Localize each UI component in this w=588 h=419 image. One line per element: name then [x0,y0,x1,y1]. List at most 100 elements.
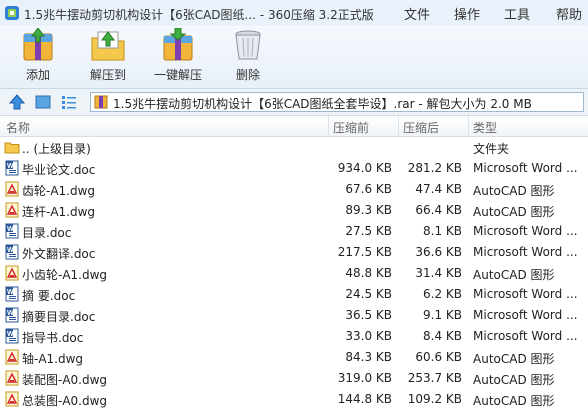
autocad-drawing-icon [4,265,20,281]
large-icon-view-icon[interactable] [34,93,52,111]
file-packed-size: 8.4 KB [423,329,462,343]
column-header: 名称 压缩前 压缩后 类型 [0,116,588,137]
file-row[interactable]: 轴-A1.dwg 84.3 KB 60.6 KB AutoCAD 图形 [0,347,588,368]
file-packed-size: 66.4 KB [415,203,462,217]
file-name: 目录.doc [22,226,72,240]
file-row[interactable]: 连杆-A1.dwg 89.3 KB 66.4 KB AutoCAD 图形 [0,200,588,221]
menu-file[interactable]: 文件 [404,4,430,23]
folder-icon [4,139,20,155]
menu-operate[interactable]: 操作 [454,4,480,23]
file-size: 48.8 KB [345,266,392,280]
file-size: 217.5 KB [337,245,392,259]
window-title: 1.5兆牛摆动剪切机构设计【6张CAD图纸... - 360压缩 3.2正式版 [24,8,374,22]
file-size: 144.8 KB [337,392,392,406]
file-name: 小齿轮-A1.dwg [22,268,108,282]
file-type: AutoCAD 图形 [473,394,555,408]
col-name[interactable]: 名称 [6,119,30,136]
menu-help[interactable]: 帮助 [556,4,582,23]
title-bar: 1.5兆牛摆动剪切机构设计【6张CAD图纸... - 360压缩 3.2正式版 … [0,0,588,27]
file-name: 连杆-A1.dwg [22,205,96,219]
autocad-drawing-icon [4,181,20,197]
col-type[interactable]: 类型 [473,119,497,136]
file-packed-size: 60.6 KB [415,350,462,364]
file-row[interactable]: W 摘要目录.doc 36.5 KB 9.1 KB Microsoft Word ... [0,305,588,326]
file-packed-size: 281.2 KB [407,161,462,175]
file-name: 毕业论文.doc [22,163,96,177]
address-bar: 1.5兆牛摆动剪切机构设计【6张CAD图纸全套毕设】.rar - 解包大小为 2… [0,89,588,116]
delete-label: 删除 [235,68,260,82]
path-text: 1.5兆牛摆动剪切机构设计【6张CAD图纸全套毕设】.rar - 解包大小为 2… [113,97,532,111]
file-type: AutoCAD 图形 [473,268,555,282]
file-packed-size: 253.7 KB [407,371,462,385]
autocad-drawing-icon [4,349,20,365]
col-divider[interactable] [468,116,469,136]
file-size: 89.3 KB [345,203,392,217]
file-packed-size: 36.6 KB [415,245,462,259]
file-type: 文件夹 [473,142,510,156]
trash-icon [235,30,261,60]
file-type: Microsoft Word ... [473,161,578,175]
file-name: 总装图-A0.dwg [22,394,108,408]
up-arrow-icon[interactable] [8,93,26,111]
file-row[interactable]: 总装图-A0.dwg 144.8 KB 109.2 KB AutoCAD 图形 [0,389,588,410]
file-size: 319.0 KB [337,371,392,385]
autocad-drawing-icon [4,391,20,407]
oneclick-extract-label: 一键解压 [153,68,202,82]
autocad-drawing-icon [4,202,20,218]
autocad-drawing-icon [4,370,20,386]
word-document-icon: W [4,307,20,323]
file-type: AutoCAD 图形 [473,352,555,366]
file-type: AutoCAD 图形 [473,184,555,198]
extract-button[interactable]: 解压到 [84,28,132,86]
list-view-icon[interactable] [60,93,78,111]
word-document-icon: W [4,244,20,260]
word-document-icon: W [4,328,20,344]
file-packed-size: 9.1 KB [423,308,462,322]
path-field[interactable]: 1.5兆牛摆动剪切机构设计【6张CAD图纸全套毕设】.rar - 解包大小为 2… [90,92,584,112]
col-size[interactable]: 压缩前 [333,119,369,136]
file-packed-size: 109.2 KB [407,392,462,406]
file-name: 齿轮-A1.dwg [22,184,96,198]
file-row[interactable]: 小齿轮-A1.dwg 48.8 KB 31.4 KB AutoCAD 图形 [0,263,588,284]
file-row[interactable]: W 毕业论文.doc 934.0 KB 281.2 KB Microsoft Word … [0,158,588,179]
add-button[interactable]: 添加 [16,28,60,86]
file-type: Microsoft Word ... [473,308,578,322]
extract-to-icon [91,31,125,61]
file-size: 67.6 KB [345,182,392,196]
col-divider[interactable] [398,116,399,136]
file-row[interactable]: 装配图-A0.dwg 319.0 KB 253.7 KB AutoCAD 图形 [0,368,588,389]
rar-archive-icon [94,95,108,109]
file-name: 摘要目录.doc [22,310,96,324]
file-type: AutoCAD 图形 [473,205,555,219]
file-type: Microsoft Word ... [473,245,578,259]
file-packed-size: 6.2 KB [423,287,462,301]
svg-text:W: W [7,289,14,296]
col-divider[interactable] [328,116,329,136]
svg-text:W: W [7,331,14,338]
file-row[interactable]: W 外文翻译.doc 217.5 KB 36.6 KB Microsoft Word .… [0,242,588,263]
word-document-icon: W [4,286,20,302]
word-document-icon: W [4,223,20,239]
file-name: 外文翻译.doc [22,247,96,261]
svg-text:W: W [7,310,14,317]
file-name: .. (上级目录) [22,142,91,156]
col-packed[interactable]: 压缩后 [403,119,439,136]
file-name: 指导书.doc [22,331,84,345]
file-list: .. (上级目录) 文件夹 W 毕业论文.doc 934.0 KB 281.2 KB Mic… [0,137,588,419]
file-row[interactable]: W 指导书.doc 33.0 KB 8.4 KB Microsoft Word ... [0,326,588,347]
file-type: Microsoft Word ... [473,224,578,238]
file-size: 36.5 KB [345,308,392,322]
add-archive-icon [23,28,53,61]
svg-text:W: W [7,226,14,233]
menu-tools[interactable]: 工具 [504,4,530,23]
file-packed-size: 31.4 KB [415,266,462,280]
file-row[interactable]: W 目录.doc 27.5 KB 8.1 KB Microsoft Word ... [0,221,588,242]
toolbar: 添加 解压到 一键解压 删除 [0,26,588,89]
file-packed-size: 8.1 KB [423,224,462,238]
file-row[interactable]: .. (上级目录) 文件夹 [0,137,588,158]
file-row[interactable]: 齿轮-A1.dwg 67.6 KB 47.4 KB AutoCAD 图形 [0,179,588,200]
oneclick-extract-button[interactable]: 一键解压 [152,28,204,86]
file-size: 84.3 KB [345,350,392,364]
file-row[interactable]: W 摘 要.doc 24.5 KB 6.2 KB Microsoft Word ... [0,284,588,305]
delete-button[interactable]: 删除 [228,28,268,86]
